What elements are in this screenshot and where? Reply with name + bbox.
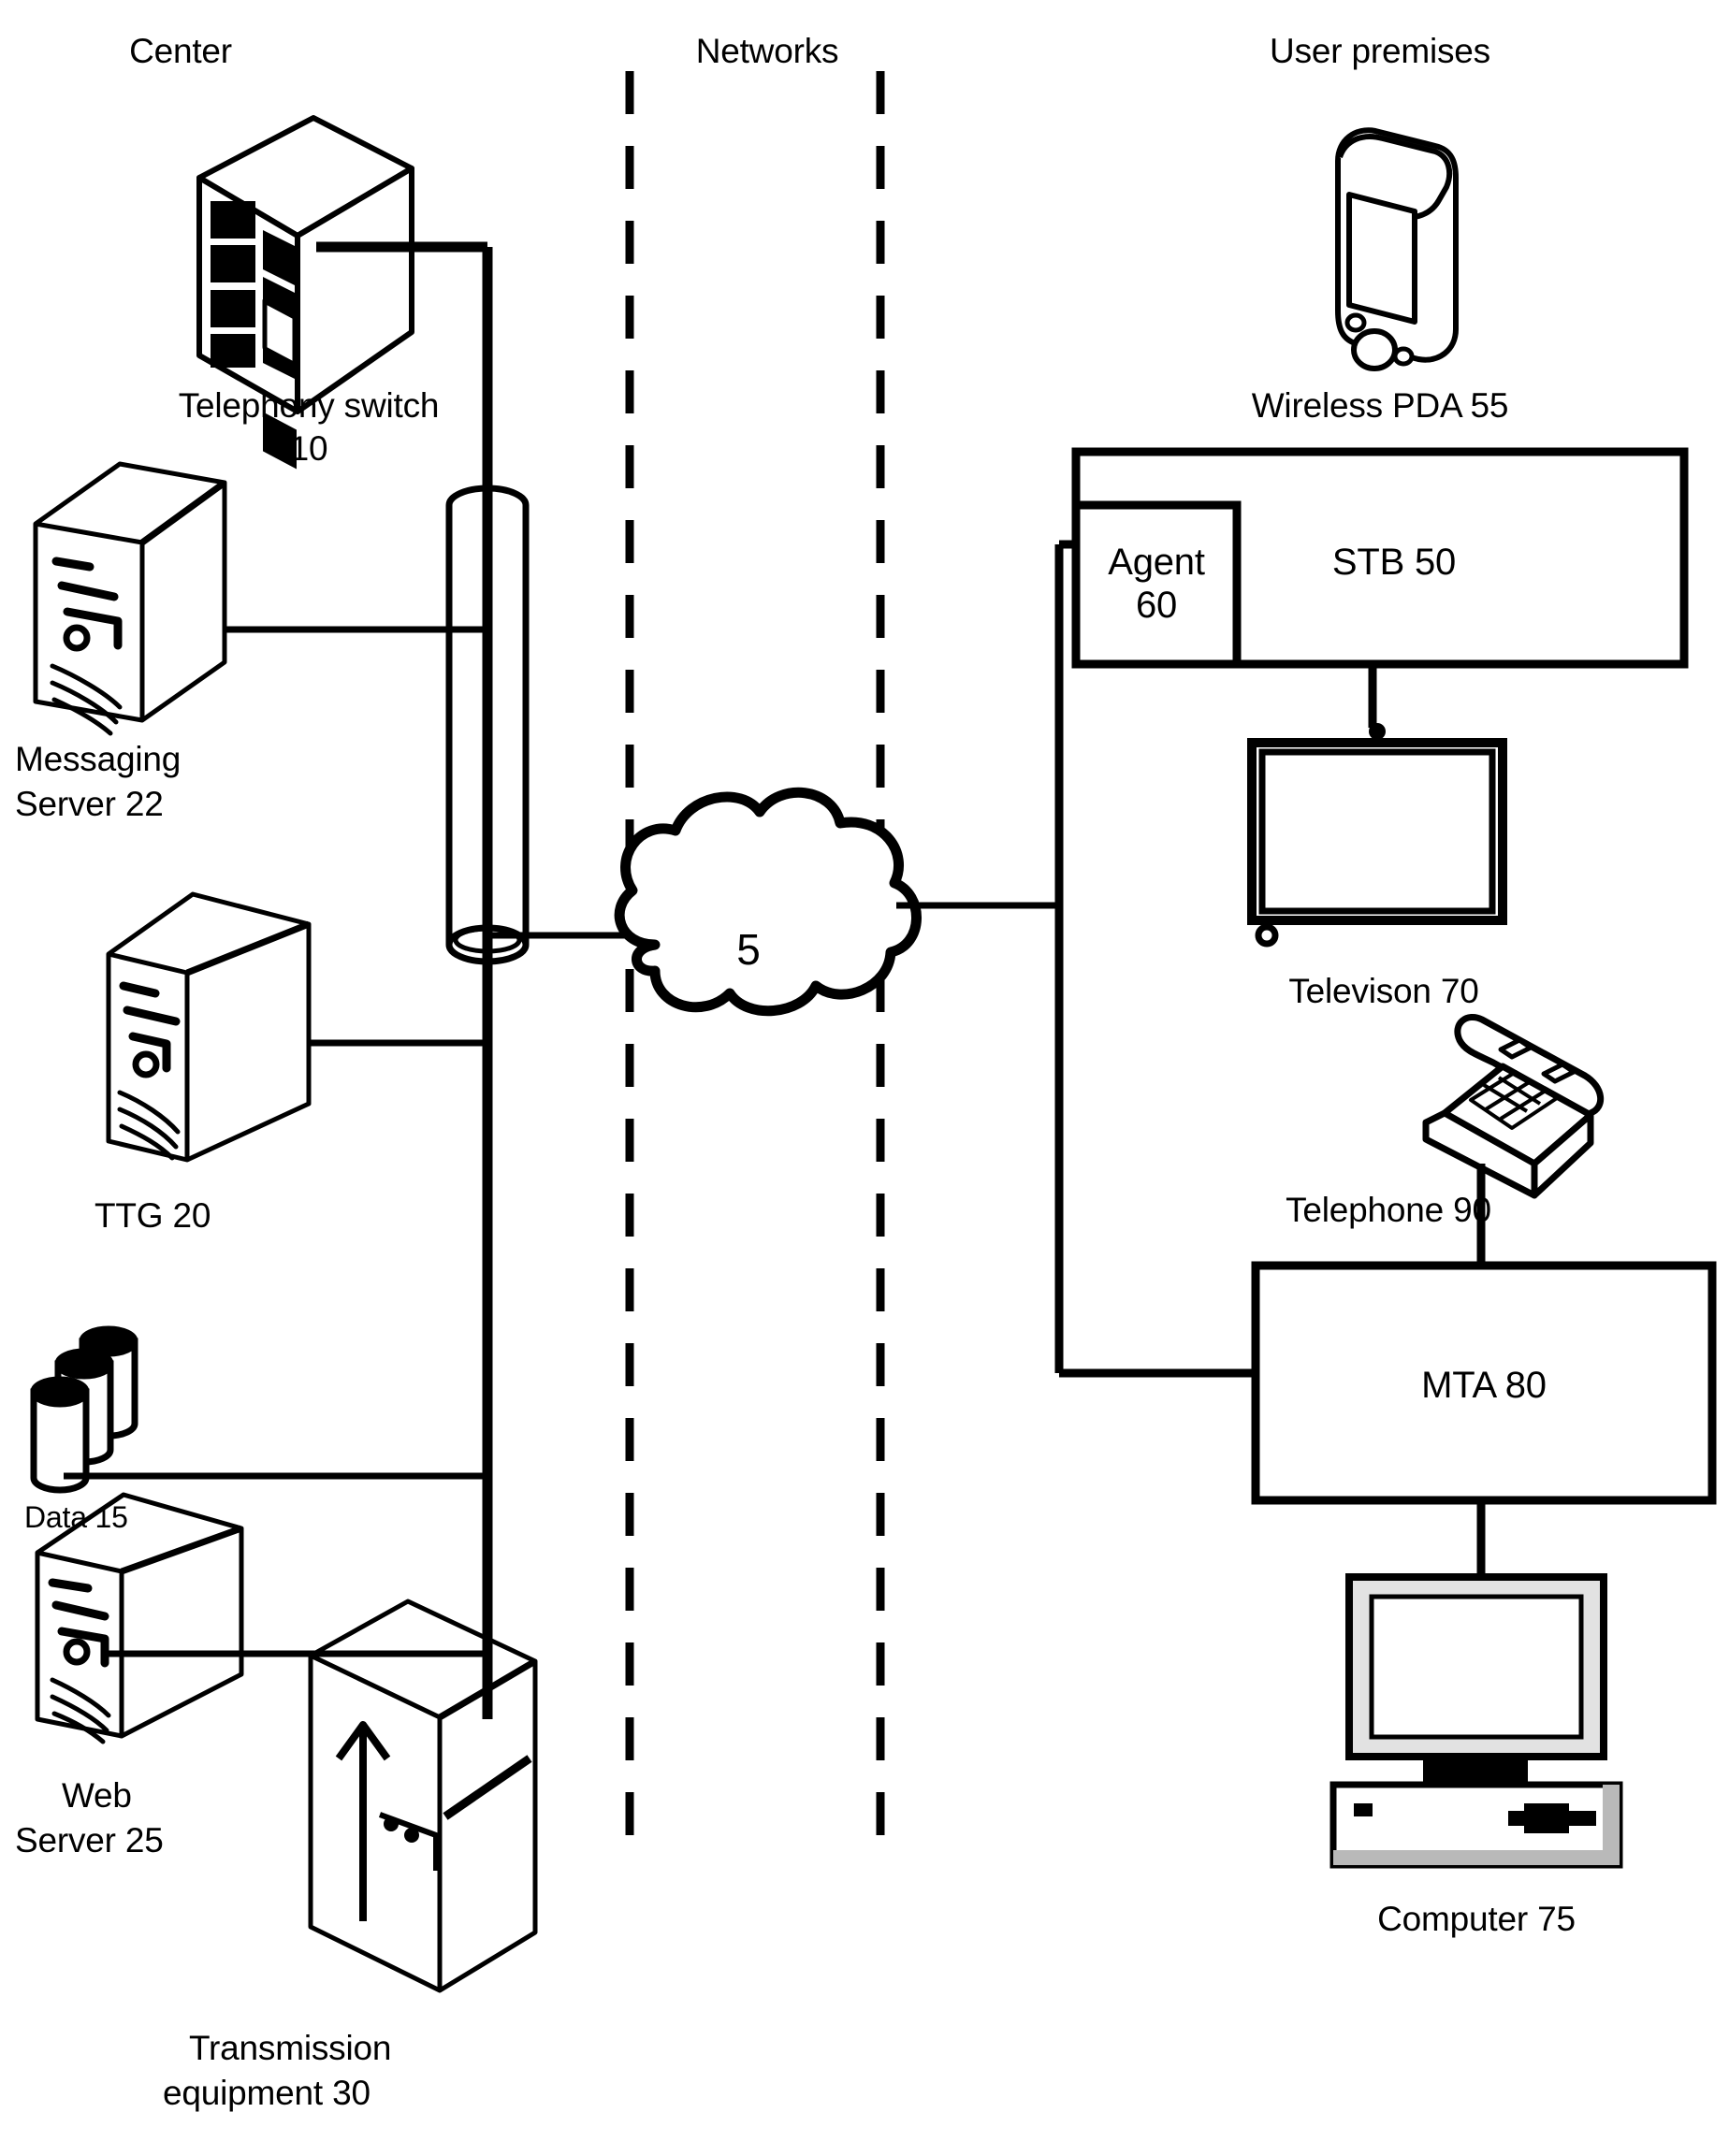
node-label-web-server-line2: Server 25 [15,1821,164,1859]
node-label-mta: MTA 80 [1421,1365,1547,1406]
node-label-agent-line2: 60 [1135,585,1178,626]
node-label-ttg: TTG 20 [94,1196,211,1235]
node-label-telephone: Telephone 90 [1286,1191,1491,1229]
diagram-vector-layer [30,71,1717,1993]
node-label-agent-line1: Agent [1108,542,1205,583]
node-label-transmission-equipment-line1: Transmission [189,2029,392,2067]
diagram-canvas: Center Networks User premises Telephony … [0,0,1729,2156]
node-label-wireless-pda: Wireless PDA 55 [1251,386,1509,425]
center-bus-trunk [316,241,493,1719]
node-label-telephony-switch-line2: 10 [289,429,328,468]
node-label-telephony-switch-line1: Telephony switch [178,386,440,425]
node-label-television: Televison 70 [1288,972,1479,1010]
data-cylinders-icon [30,1325,138,1494]
wireless-pda-icon [1335,127,1459,371]
zone-label-user-premises: User premises [1270,32,1490,70]
ttg-server-icon [106,891,312,1163]
television-connector-dot [1369,723,1386,740]
node-label-messaging-server-line1: Messaging [15,740,182,778]
transmission-equipment-icon [308,1599,538,1993]
zone-label-center: Center [129,32,232,70]
telephone-icon [1422,1014,1604,1199]
desktop-computer-icon [1329,1573,1623,1869]
node-label-data: Data 15 [24,1500,128,1534]
cloud-label-5: 5 [736,925,761,974]
node-label-stb: STB 50 [1331,542,1457,583]
messaging-server-icon [33,461,227,736]
node-label-web-server-line1: Web [62,1776,132,1815]
node-label-transmission-equipment-line2: equipment 30 [163,2074,370,2112]
television-icon [1247,738,1507,948]
zone-label-networks: Networks [695,32,839,70]
premises-bus-trunk [1054,540,1256,1378]
node-label-computer: Computer 75 [1377,1900,1576,1938]
node-label-messaging-server-line2: Server 22 [15,785,164,823]
network-cloud-icon [614,787,922,1017]
